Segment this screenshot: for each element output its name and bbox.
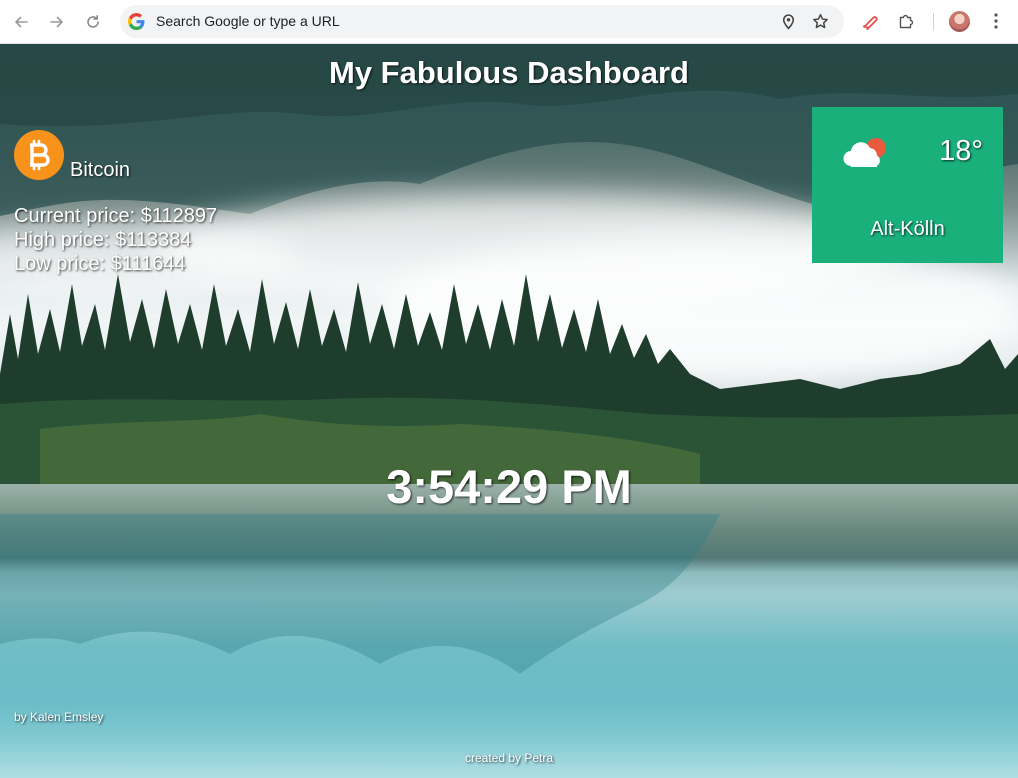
browser-window: Search Google or type a URL My Fabulous …	[0, 0, 1018, 778]
back-button[interactable]	[11, 12, 31, 32]
pen-icon[interactable]	[860, 11, 880, 31]
weather-city: Alt-Kölln	[870, 218, 945, 240]
forest-treeline	[0, 274, 1018, 484]
address-bar[interactable]: Search Google or type a URL	[120, 5, 844, 38]
reload-button[interactable]	[83, 12, 103, 32]
browser-toolbar: Search Google or type a URL	[0, 0, 1018, 44]
forward-button[interactable]	[47, 12, 67, 32]
author-credit: created by Petra	[464, 751, 554, 765]
google-logo-icon	[128, 13, 145, 30]
clock-time: 3:54:29 PM	[386, 460, 632, 513]
low-price: Low price: $111644	[14, 253, 186, 275]
photo-credit: by Kalen Emsley	[14, 710, 104, 724]
more-vertical-icon[interactable]	[986, 11, 1006, 31]
location-pin-icon[interactable]	[780, 13, 797, 30]
crypto-header: Bitcoin	[14, 128, 131, 181]
toolbar-divider	[933, 13, 934, 30]
weather-temperature: 18°	[939, 135, 983, 167]
star-icon[interactable]	[812, 13, 829, 30]
puzzle-icon[interactable]	[896, 11, 916, 31]
page-title: My Fabulous Dashboard	[329, 55, 689, 90]
lake-reflection	[0, 514, 720, 674]
current-price: Current price: $112897	[14, 205, 218, 227]
crypto-prices: Current price: $112897 High price: $1133…	[14, 204, 217, 276]
weather-card: 18° Alt-Kölln	[812, 107, 1003, 263]
arrow-left-icon	[15, 16, 28, 28]
bitcoin-logo-icon	[14, 130, 64, 180]
crypto-name: Bitcoin	[70, 159, 131, 181]
arrow-right-icon	[50, 16, 63, 28]
dashboard-page: My Fabulous Dashboard Bitcoin Current pr…	[0, 44, 1018, 778]
address-bar-placeholder: Search Google or type a URL	[156, 13, 340, 29]
partly-cloudy-icon	[843, 138, 886, 167]
reload-icon	[87, 15, 99, 28]
avatar[interactable]	[949, 11, 970, 32]
high-price: High price: $113384	[14, 229, 192, 251]
